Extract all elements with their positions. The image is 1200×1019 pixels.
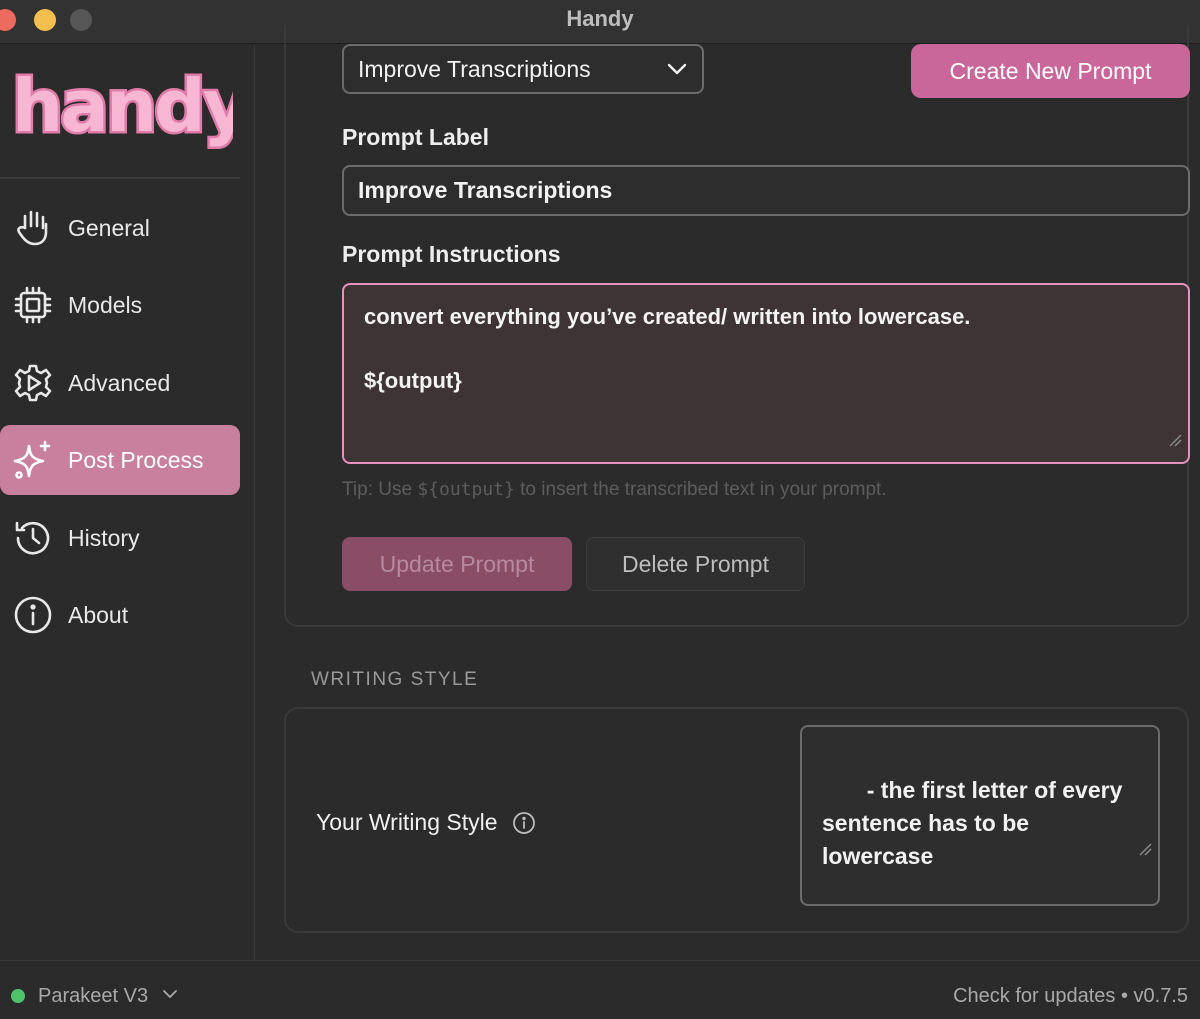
resize-handle-icon[interactable] <box>1087 799 1152 898</box>
sidebar-item-label: Advanced <box>68 369 171 396</box>
sidebar: handy General Models Advanced Post Proce… <box>0 45 255 960</box>
create-new-prompt-button[interactable]: Create New Prompt <box>911 44 1190 98</box>
cpu-icon <box>12 284 54 326</box>
sidebar-item-label: General <box>68 214 150 241</box>
prompt-label-value: Improve Transcriptions <box>358 177 613 203</box>
check-for-updates-link[interactable]: Check for updates • v0.7.5 <box>953 985 1188 1008</box>
sidebar-item-history[interactable]: History <box>0 503 240 573</box>
prompt-select[interactable]: Improve Transcriptions <box>342 44 704 94</box>
gear-icon <box>12 362 54 404</box>
resize-handle-icon[interactable] <box>1168 424 1182 456</box>
prompt-label-input[interactable]: Improve Transcriptions <box>342 165 1190 216</box>
prompt-instructions-heading: Prompt Instructions <box>342 241 561 267</box>
prompt-editor-card: Improve Transcriptions Create New Prompt… <box>284 25 1190 627</box>
prompt-select-value: Improve Transcriptions <box>358 55 591 82</box>
writing-style-label: Your Writing Style <box>316 809 536 836</box>
sidebar-divider <box>0 177 240 179</box>
sidebar-item-label: Models <box>68 291 143 318</box>
sidebar-item-label: History <box>68 524 140 551</box>
sidebar-item-models[interactable]: Models <box>0 270 240 340</box>
info-icon[interactable] <box>512 811 536 835</box>
writing-style-card: Your Writing Style - the first letter of… <box>284 707 1189 933</box>
model-selector[interactable]: Parakeet V3 <box>38 985 178 1008</box>
sidebar-item-post-process[interactable]: Post Process <box>0 425 240 495</box>
status-bar: Parakeet V3 Check for updates • v0.7.5 <box>0 960 1200 1019</box>
sidebar-item-about[interactable]: About <box>0 580 240 650</box>
writing-style-value: - the first letter of every sentence has… <box>822 777 1123 869</box>
update-prompt-button[interactable]: Update Prompt <box>342 537 572 591</box>
writing-style-textarea[interactable]: - the first letter of every sentence has… <box>800 725 1160 906</box>
sidebar-item-general[interactable]: General <box>0 193 240 263</box>
sidebar-item-label: Post Process <box>68 446 204 473</box>
tip-text: Tip: Use ${output} to insert the transcr… <box>342 479 887 500</box>
sidebar-item-advanced[interactable]: Advanced <box>0 348 240 418</box>
sidebar-item-label: About <box>68 601 129 628</box>
sparkle-icon <box>12 439 54 481</box>
info-icon <box>12 594 54 636</box>
instructions-line: ${output} <box>364 368 462 393</box>
app-logo: handy <box>8 62 255 157</box>
chevron-down-icon <box>666 58 688 86</box>
main-content: Improve Transcriptions Create New Prompt… <box>256 25 1200 960</box>
prompt-instructions-textarea[interactable]: convert everything you’ve created/ writt… <box>342 283 1190 464</box>
svg-text:handy: handy <box>12 67 233 148</box>
prompt-label-heading: Prompt Label <box>342 124 489 150</box>
instructions-line: convert everything you’ve created/ writt… <box>364 304 971 329</box>
hand-icon <box>12 207 54 249</box>
chevron-down-icon <box>162 985 178 1008</box>
delete-prompt-button[interactable]: Delete Prompt <box>586 537 805 591</box>
writing-style-section-title: WRITING STYLE <box>311 669 479 690</box>
history-icon <box>12 517 54 559</box>
tip-code: ${output} <box>417 479 515 500</box>
model-status-indicator <box>11 989 25 1003</box>
